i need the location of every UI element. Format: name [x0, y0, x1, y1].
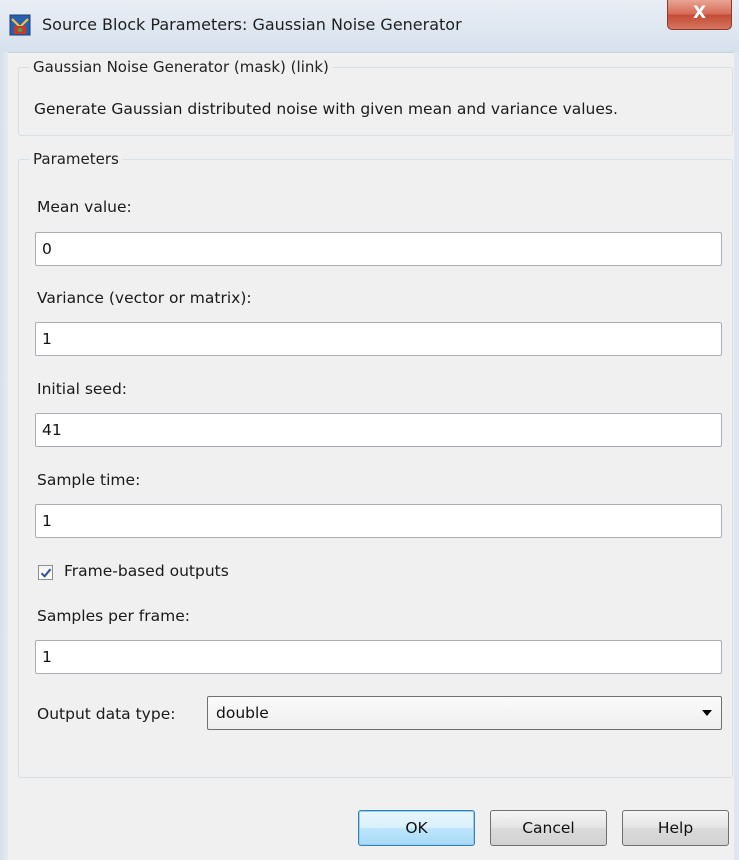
window-frame-left — [0, 52, 8, 860]
dialog-window: Source Block Parameters: Gaussian Noise … — [0, 0, 739, 860]
close-icon: X — [692, 3, 707, 23]
samples-per-frame-text: 1 — [42, 648, 52, 666]
frame-based-outputs-label[interactable]: Frame-based outputs — [64, 562, 229, 580]
description-group: Gaussian Noise Generator (mask) (link) — [18, 58, 733, 136]
mean-value-field[interactable]: 0 — [35, 232, 722, 266]
sample-time-field[interactable]: 1 — [35, 504, 722, 538]
parameters-group-legend: Parameters — [33, 150, 119, 168]
check-icon — [40, 568, 52, 578]
initial-seed-label: Initial seed: — [37, 380, 128, 398]
initial-seed-field[interactable]: 41 — [35, 413, 722, 447]
cancel-button[interactable]: Cancel — [490, 810, 607, 846]
title-bar[interactable]: Source Block Parameters: Gaussian Noise … — [0, 0, 739, 53]
variance-field[interactable]: 1 — [35, 322, 722, 356]
output-data-type-select[interactable]: double — [207, 696, 722, 730]
variance-label: Variance (vector or matrix): — [37, 289, 252, 307]
output-data-type-label: Output data type: — [37, 705, 176, 723]
window-frame-right — [734, 52, 739, 860]
initial-seed-text: 41 — [42, 421, 62, 439]
ok-button[interactable]: OK — [358, 810, 475, 846]
mean-value-label: Mean value: — [37, 198, 132, 216]
help-button[interactable]: Help — [622, 810, 729, 846]
mean-value-text: 0 — [42, 240, 52, 258]
sample-time-label: Sample time: — [37, 471, 141, 489]
variance-text: 1 — [42, 330, 52, 348]
window-title: Source Block Parameters: Gaussian Noise … — [42, 15, 462, 34]
block-description: Generate Gaussian distributed noise with… — [34, 100, 618, 118]
simulink-block-icon — [9, 14, 31, 36]
samples-per-frame-field[interactable]: 1 — [35, 640, 722, 674]
description-group-legend: Gaussian Noise Generator (mask) (link) — [33, 58, 329, 76]
samples-per-frame-label: Samples per frame: — [37, 607, 190, 625]
close-button[interactable]: X — [667, 0, 732, 30]
chevron-down-icon — [702, 710, 712, 716]
frame-based-outputs-checkbox[interactable] — [38, 565, 53, 580]
sample-time-text: 1 — [42, 512, 52, 530]
output-data-type-value: double — [216, 704, 269, 722]
